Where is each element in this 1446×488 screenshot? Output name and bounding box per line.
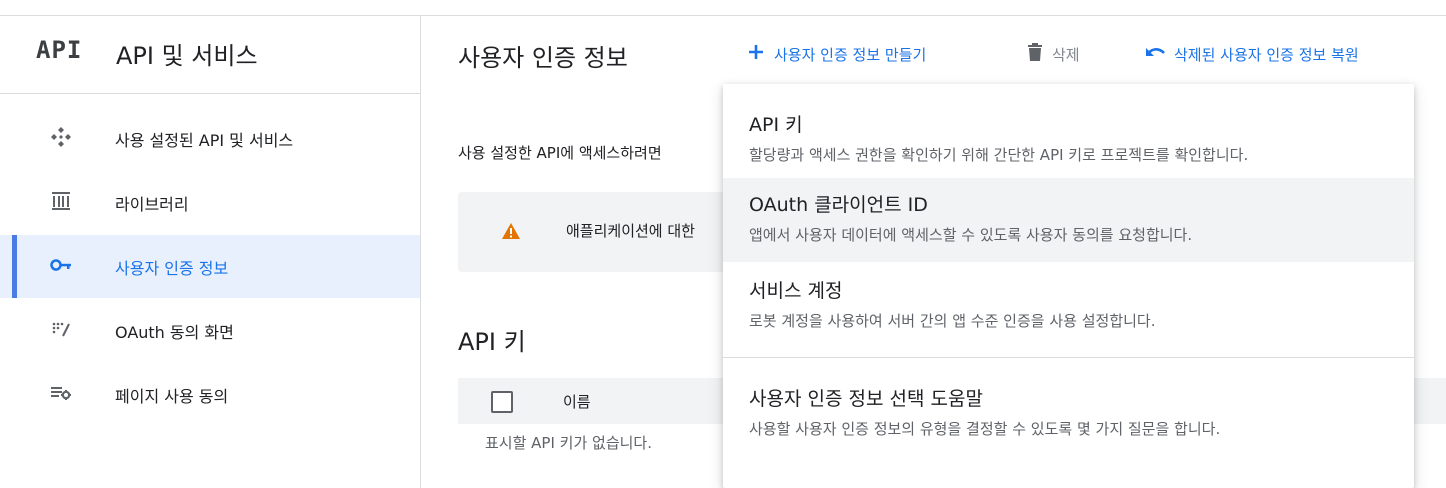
menu-item-title: 서비스 계정 xyxy=(749,280,843,302)
menu-item-api-key[interactable]: API 키 할당량과 액세스 권한을 확인하기 위해 간단한 API 키로 프로… xyxy=(723,94,1414,178)
api-logo: API xyxy=(36,36,83,64)
sidebar-divider xyxy=(420,15,421,488)
create-credentials-menu: API 키 할당량과 액세스 권한을 확인하기 위해 간단한 API 키로 프로… xyxy=(723,84,1414,488)
sidebar-item-library[interactable]: 라이브러리 xyxy=(0,171,420,234)
sidebar-item-enabled-apis[interactable]: 사용 설정된 API 및 서비스 xyxy=(0,107,420,170)
menu-item-service-account[interactable]: 서비스 계정 로봇 계정을 사용하여 서버 간의 앱 수준 인증을 사용 설정합… xyxy=(723,262,1414,346)
library-icon xyxy=(48,188,74,214)
menu-item-description: 할당량과 액세스 권한을 확인하기 위해 간단한 API 키로 프로젝트를 확인… xyxy=(749,146,1249,164)
sidebar-item-label: 사용 설정된 API 및 서비스 xyxy=(115,131,294,150)
menu-divider xyxy=(723,357,1414,358)
menu-item-description: 앱에서 사용자 데이터에 액세스할 수 있도록 사용자 동의를 요청합니다. xyxy=(749,226,1193,244)
sidebar-title[interactable]: API 및 서비스 xyxy=(116,36,258,71)
empty-state-message: 표시할 API 키가 없습니다. xyxy=(485,434,653,452)
menu-item-description: 사용할 사용자 인증 정보의 유형을 결정할 수 있도록 몇 가지 질문을 합니… xyxy=(749,420,1221,438)
sidebar-item-label: OAuth 동의 화면 xyxy=(115,323,234,342)
menu-item-credentials-help[interactable]: 사용자 인증 정보 선택 도움말 사용할 사용자 인증 정보의 유형을 결정할 … xyxy=(723,370,1414,460)
restore-label: 삭제된 사용자 인증 정보 복원 xyxy=(1174,45,1359,64)
menu-item-title: API 키 xyxy=(749,114,803,136)
intro-text: 사용 설정한 API에 액세스하려면 xyxy=(458,144,662,162)
sidebar-item-page-usage-agreement[interactable]: 페이지 사용 동의 xyxy=(0,363,420,426)
create-credentials-label: 사용자 인증 정보 만들기 xyxy=(774,45,927,64)
sidebar-item-label: 사용자 인증 정보 xyxy=(115,259,229,278)
sidebar-item-oauth-consent[interactable]: OAuth 동의 화면 xyxy=(0,299,420,362)
warning-icon xyxy=(501,222,521,244)
page-title: 사용자 인증 정보 xyxy=(458,44,628,72)
select-all-checkbox[interactable] xyxy=(491,391,513,413)
settings-list-icon xyxy=(48,380,74,406)
menu-item-title: 사용자 인증 정보 선택 도움말 xyxy=(749,388,983,410)
menu-item-oauth-client-id[interactable]: OAuth 클라이언트 ID 앱에서 사용자 데이터에 액세스할 수 있도록 사… xyxy=(723,178,1414,262)
sidebar-item-label: 페이지 사용 동의 xyxy=(115,387,229,406)
delete-button[interactable]: 삭제 xyxy=(1026,40,1080,68)
notice-text: 애플리케이션에 대한 xyxy=(566,222,695,240)
undo-icon xyxy=(1144,42,1166,66)
key-icon xyxy=(48,252,74,278)
notice-banner: 애플리케이션에 대한 xyxy=(458,192,758,272)
create-credentials-button[interactable]: 사용자 인증 정보 만들기 xyxy=(746,40,926,68)
restore-deleted-credentials-button[interactable]: 삭제된 사용자 인증 정보 복원 xyxy=(1144,40,1359,68)
column-header-name[interactable]: 이름 xyxy=(563,391,591,412)
sidebar-item-label: 라이브러리 xyxy=(115,195,189,214)
menu-item-title: OAuth 클라이언트 ID xyxy=(749,194,928,216)
trash-icon xyxy=(1026,42,1044,66)
sidebar-item-credentials[interactable]: 사용자 인증 정보 xyxy=(0,235,420,298)
consent-icon xyxy=(48,316,74,342)
delete-label: 삭제 xyxy=(1052,45,1080,64)
apis-icon xyxy=(48,124,74,150)
plus-icon xyxy=(746,42,766,66)
api-keys-section-title: API 키 xyxy=(458,328,526,356)
menu-item-description: 로봇 계정을 사용하여 서버 간의 앱 수준 인증을 사용 설정합니다. xyxy=(749,312,1156,330)
sidebar-header: API API 및 서비스 xyxy=(0,16,420,94)
